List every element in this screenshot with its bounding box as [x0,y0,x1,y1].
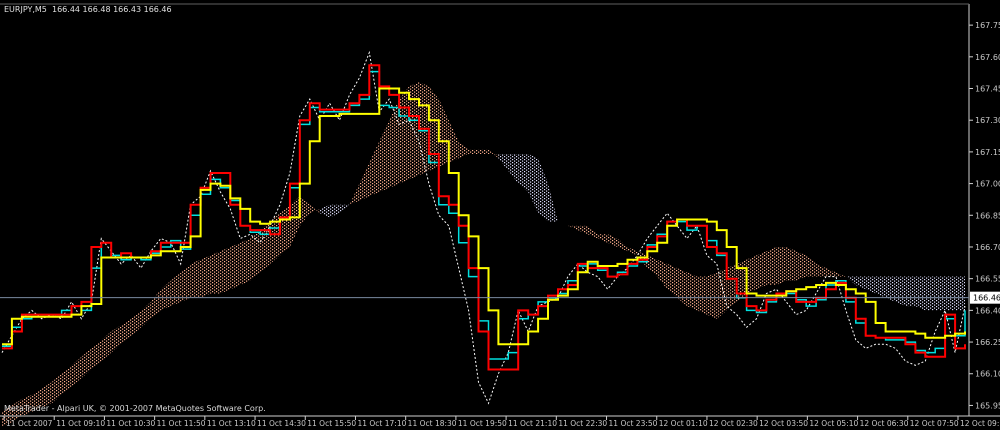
x-tick-label: 12 Oct 01:10 [659,419,708,428]
x-tick-label: 11 Oct 15:50 [307,419,356,428]
x-tick-label: 12 Oct 03:50 [759,419,808,428]
cloud-segment [478,149,489,155]
cloud-segment [409,82,419,180]
cloud-segment [786,246,797,281]
cloud-segment [756,251,767,290]
cloud-segment [468,149,479,155]
cloud-segment [210,251,221,294]
y-tick-label: 167.60 [975,53,1000,62]
cloud-segment [190,259,201,298]
y-tick-label: 166.40 [975,306,1000,315]
cloud-segment [955,276,965,311]
x-tick-label: 11 Oct 21:10 [508,419,557,428]
x-tick-label: 11 Oct 09:10 [56,419,105,428]
y-tick-label: 166.10 [975,370,1000,379]
y-tick-label: 167.45 [975,85,1000,94]
y-tick-label: 166.25 [975,338,1000,347]
x-tick-label: 11 Oct 13:10 [207,419,256,428]
x-tick-label: 11 Oct 22:30 [558,419,607,428]
cloud-segment [905,276,916,307]
y-tick-label: 167.15 [975,148,1000,157]
x-tick-label: 11 Oct 18:30 [408,419,457,428]
cloud-segment [776,246,787,286]
cloud-segment [746,255,757,294]
x-tick-label: 12 Oct 05:10 [809,419,858,428]
y-tick-label: 166.70 [975,243,1000,252]
cloud-segment [230,242,241,290]
cloud-segment [696,276,707,315]
x-tick-label: 12 Oct 09:10 [960,419,1000,428]
current-price-label: 166.46 [973,294,1000,303]
cloud-segment [250,230,261,281]
y-tick-label: 167.75 [975,21,1000,30]
cloud-segment [200,255,211,298]
cloud-segment [716,268,727,319]
x-tick-label: 11 Oct 10:30 [106,419,155,428]
copyright-label: MetaTrader - Alpari UK, © 2001-2007 Meta… [4,404,266,413]
y-tick-label: 166.85 [975,211,1000,220]
x-tick-label: 12 Oct 06:30 [860,419,909,428]
cloud-segment [796,251,807,281]
cloud-segment [279,204,290,256]
cloud-segment [766,246,777,286]
chart-canvas[interactable]: 167.75 167.60 167.45 167.30 167.15 167.00 166.… [0,0,1000,430]
cloud-segment [428,86,439,171]
ohlc-label: 166.44 166.48 166.43 166.46 [52,5,172,14]
cloud-segment [399,86,410,184]
y-tick-label: 167.00 [975,180,1000,189]
cloud-segment [925,276,936,311]
cloud-segment [915,276,926,311]
y-tick-label: 166.55 [975,275,1000,284]
y-tick-label: 167.30 [975,116,1000,125]
cloud-segment [687,272,697,311]
x-tick-label: 11 Oct 17:10 [357,419,406,428]
chart-background [0,0,1000,430]
x-tick-label: 12 Oct 07:50 [910,419,959,428]
cloud-segment [895,276,906,307]
cloud-segment [945,276,956,311]
symbol-label: EURJPY,M5 [4,5,47,14]
cloud-segment [220,246,231,294]
x-tick-label: 12 Oct 02:30 [709,419,758,428]
chart-header: EURJPY,M5 166.44 166.48 166.43 166.46 [4,5,172,14]
x-tick-label: 11 Oct 23:50 [609,419,658,428]
cloud-segment [706,272,717,319]
chart-window: 167.75 167.60 167.45 167.30 167.15 167.00 166.… [0,0,1000,430]
x-tick-label: 11 Oct 14:30 [257,419,306,428]
y-tick-label: 165.95 [975,401,1000,410]
x-tick-label: 11 Oct 11:50 [157,419,206,428]
x-tick-label: 11 Oct 19:50 [458,419,507,428]
cloud-segment [935,276,946,311]
cloud-segment [240,238,251,286]
x-tick-label: 11 Oct 2007 [6,419,53,428]
